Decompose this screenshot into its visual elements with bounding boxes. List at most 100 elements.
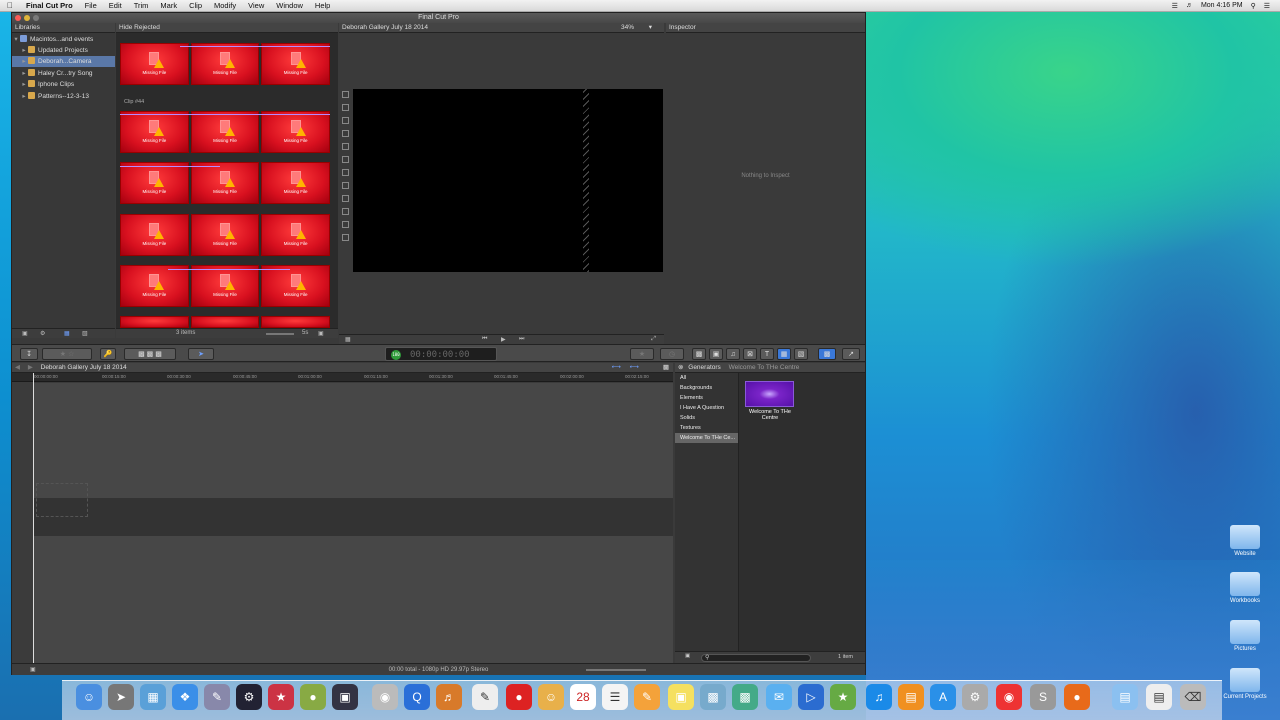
viewer-canvas[interactable] (353, 89, 663, 272)
timeline-back-icon[interactable]: ◀ (15, 364, 20, 371)
clip-filmstrip[interactable]: Missing File Missing File Missing File (120, 43, 331, 85)
itunes-icon[interactable]: ♫ (866, 684, 892, 710)
retime-button[interactable]: ◷ (660, 348, 684, 360)
desktop-folder-website[interactable]: Website (1220, 525, 1270, 557)
clip-filmstrip[interactable]: Missing File Missing File Missing File (120, 214, 331, 256)
import-button[interactable]: ↧ (20, 348, 38, 360)
textedit-icon[interactable]: ✎ (472, 684, 498, 710)
spotlight-icon[interactable]: ⚲ (1251, 2, 1256, 10)
chrome-icon[interactable]: ◉ (996, 684, 1022, 710)
facetime-icon[interactable]: ▷ (798, 684, 824, 710)
timeline-zoom-slider[interactable] (586, 669, 646, 671)
timeline-area[interactable] (34, 383, 673, 663)
iphoto-icon[interactable]: ★ (830, 684, 856, 710)
app-icon[interactable]: ▣ (332, 684, 358, 710)
ibooks-icon[interactable]: ▤ (898, 684, 924, 710)
menu-trim[interactable]: Trim (128, 1, 155, 10)
safari-icon[interactable]: ❖ (172, 684, 198, 710)
desktop-folder-current-projects[interactable]: Current Projects (1220, 668, 1270, 700)
go-to-start-icon[interactable]: ⏮ (482, 336, 487, 343)
calendar-icon[interactable]: 28 (570, 684, 596, 710)
menu-mark[interactable]: Mark (154, 1, 183, 10)
effects-browser-icon[interactable]: ▩ (818, 348, 836, 360)
menu-view[interactable]: View (242, 1, 270, 10)
menu-edit[interactable]: Edit (103, 1, 128, 10)
background-tasks-indicator[interactable]: 100 (391, 350, 401, 360)
play-icon[interactable]: ▶ (501, 336, 506, 343)
clip-filmstrip[interactable]: Missing File Missing File Missing File (120, 162, 331, 204)
menu-help[interactable]: Help (309, 1, 336, 10)
action-gear-icon[interactable]: ⚙ (40, 330, 45, 337)
documents-stack-icon[interactable]: ▤ (1146, 684, 1172, 710)
category-all[interactable]: All (675, 373, 738, 383)
library-item-macintosh[interactable]: ▾ Macintos...and events (12, 34, 115, 45)
snapping-icon[interactable]: ⟷ (612, 363, 621, 373)
preview-icon[interactable]: ✎ (204, 684, 230, 710)
transitions-browser-icon[interactable]: ⊠ (743, 348, 757, 360)
wifi-icon[interactable]: ☰ (1172, 2, 1178, 10)
photo-browser-icon[interactable]: ▣ (709, 348, 723, 360)
category-elements[interactable]: Elements (675, 393, 738, 403)
clip-duration[interactable]: 5s (302, 330, 308, 336)
rating-buttons[interactable]: ★ ☆ (42, 348, 92, 360)
show-libraries-icon[interactable]: ▣ (22, 330, 28, 337)
library-item-haley[interactable]: ▸ Haley Cr...try Song (12, 68, 115, 79)
timeline-forward-icon[interactable]: ▶ (28, 364, 33, 371)
music-browser-icon[interactable]: ♫ (726, 348, 740, 360)
generator-search-input[interactable]: ⚲ (701, 654, 811, 662)
dvd-player-icon[interactable]: ◉ (372, 684, 398, 710)
finder-icon[interactable]: ☺ (76, 684, 102, 710)
category-backgrounds[interactable]: Backgrounds (675, 383, 738, 393)
apple-icon[interactable]:  (0, 1, 20, 10)
library-item-deborah-camera[interactable]: ▸ Deborah...Camera (12, 56, 115, 67)
zoom-slider[interactable] (266, 333, 294, 335)
category-welcome[interactable]: Welcome To THe Ce... (675, 433, 738, 443)
notification-center-icon[interactable]: ☰ (1264, 2, 1270, 10)
launchpad-icon[interactable]: ➤ (108, 684, 134, 710)
dashboard-timecode[interactable]: 100 00:00:00:00 (385, 347, 497, 361)
system-preferences-icon[interactable]: ⚙ (962, 684, 988, 710)
viewer-zoom-chevron-icon[interactable]: ▾ (649, 23, 652, 33)
trash-icon[interactable]: ⌫ (1180, 684, 1206, 710)
notes-icon[interactable]: ☰ (602, 684, 628, 710)
app-icon[interactable]: S (1030, 684, 1056, 710)
library-item-updated-projects[interactable]: ▸ Updated Projects (12, 45, 115, 56)
menu-app-name[interactable]: Final Cut Pro (20, 1, 79, 10)
app-icon[interactable]: ● (506, 684, 532, 710)
sidebar-toggle-icon[interactable]: ▣ (685, 653, 690, 659)
playhead[interactable] (33, 373, 34, 663)
pages-icon[interactable]: ✎ (634, 684, 660, 710)
share-button[interactable]: ↗ (842, 348, 860, 360)
contacts-icon[interactable]: ☺ (538, 684, 564, 710)
primary-storyline[interactable] (34, 498, 673, 536)
downloads-folder-icon[interactable]: ▤ (1112, 684, 1138, 710)
quicktime-icon[interactable]: Q (404, 684, 430, 710)
category-question[interactable]: I Have A Question (675, 403, 738, 413)
themes-browser-icon[interactable]: ▧ (794, 348, 808, 360)
enhancements-button[interactable]: ★ (630, 348, 654, 360)
keyword-button[interactable]: 🔑 (100, 348, 116, 360)
app-icon[interactable]: ★ (268, 684, 294, 710)
library-browser-button[interactable]: ▩ (692, 348, 706, 360)
list-view-icon[interactable]: ▦ (64, 330, 70, 337)
app-icon[interactable]: ▩ (700, 684, 726, 710)
messages-icon[interactable]: ✉ (766, 684, 792, 710)
menu-file[interactable]: File (79, 1, 103, 10)
category-solids[interactable]: Solids (675, 413, 738, 423)
timeline-ruler[interactable]: 00:00:00:00 00:00:15:00 00:00:30:00 00:0… (12, 373, 673, 382)
edit-buttons[interactable]: ▩ ▩ ▩ (124, 348, 176, 360)
menu-modify[interactable]: Modify (208, 1, 242, 10)
numbers-icon[interactable]: ▩ (732, 684, 758, 710)
clip-appearance-icon[interactable]: ▣ (318, 330, 324, 337)
volume-icon[interactable]: ♬ (1186, 2, 1193, 9)
generators-browser-icon[interactable]: ▦ (777, 348, 791, 360)
menu-window[interactable]: Window (270, 1, 309, 10)
library-item-patterns[interactable]: ▸ Patterns--12-3-13 (12, 91, 115, 102)
titles-browser-icon[interactable]: T (760, 348, 774, 360)
fullscreen-icon[interactable]: ⤢ (651, 336, 656, 343)
generator-thumbnail[interactable] (745, 381, 794, 407)
timeline-appearance-icon[interactable]: ▩ (663, 363, 669, 373)
desktop-folder-workbooks[interactable]: Workbooks (1220, 572, 1270, 604)
timeline-index-icon[interactable]: ▣ (30, 664, 36, 676)
stickies-icon[interactable]: ▣ (668, 684, 694, 710)
